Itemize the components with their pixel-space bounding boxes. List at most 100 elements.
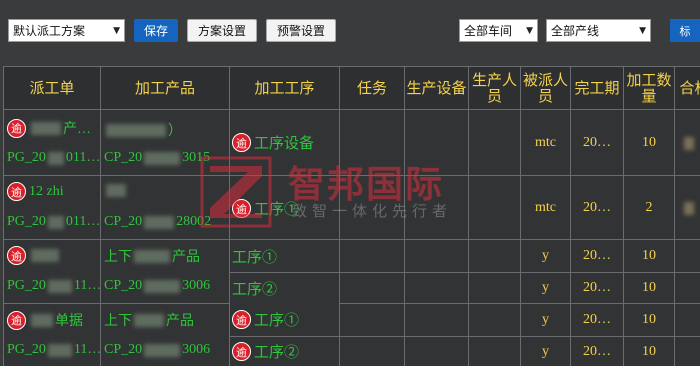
- col-process[interactable]: 加工工序: [230, 66, 340, 110]
- order-name: 逾 产…: [7, 118, 91, 138]
- product-name-a: 上下: [104, 250, 132, 265]
- edge-button[interactable]: 标: [670, 19, 700, 42]
- cell-task: [340, 240, 405, 304]
- cell-qualified: [675, 240, 700, 304]
- alert-settings-button[interactable]: 预警设置: [266, 19, 336, 42]
- product-no-a: CP_20: [104, 342, 143, 357]
- order-number[interactable]: PG_20 011…: [7, 214, 100, 230]
- due-text: 20…: [583, 312, 611, 327]
- cell-order: 逾 单据 PG_20 11…: [3, 304, 101, 366]
- order-number[interactable]: PG_20 11…: [7, 278, 101, 294]
- scheme-settings-button[interactable]: 方案设置: [187, 19, 257, 42]
- cell-qty: 2: [624, 176, 675, 240]
- order-name: 逾 单据: [7, 310, 83, 330]
- cell-process: 逾工序① 逾工序②: [230, 304, 340, 366]
- cell-order: 逾 12 zhi PG_20 011…: [3, 176, 101, 240]
- order-no-a: PG_20: [7, 150, 46, 165]
- product-no-b: 28002: [176, 214, 212, 229]
- col-quantity[interactable]: 加工数量: [624, 66, 675, 110]
- overdue-badge: 逾: [7, 118, 26, 138]
- order-number[interactable]: PG_20 11…: [7, 342, 101, 358]
- order-no-b: 11…: [73, 342, 101, 357]
- qty-text: 10: [642, 312, 656, 327]
- cell-order: 逾 PG_20 11…: [3, 240, 101, 304]
- cell-due: 20…: [571, 176, 624, 240]
- cell-task: [340, 176, 405, 240]
- save-button[interactable]: 保存: [134, 19, 178, 42]
- assignee-text: mtc: [535, 135, 556, 150]
- product-number[interactable]: CP_20 3006: [104, 342, 210, 358]
- process-item[interactable]: 逾工序①: [232, 198, 299, 219]
- order-number[interactable]: PG_20 011…: [7, 150, 100, 166]
- chevron-down-icon: ▼: [113, 25, 120, 36]
- line-select-value: 全部产线: [551, 24, 600, 38]
- qty-text: 10: [642, 344, 656, 359]
- table-row[interactable]: 逾单据 PG_20 11… 上下 产品 CP_20 3006 逾工序① 逾工序② y …: [3, 304, 700, 366]
- product-name-text: ）: [168, 124, 182, 139]
- product-no-a: CP_20: [104, 214, 143, 229]
- col-task[interactable]: 任务: [340, 66, 405, 110]
- product-name-a: 上下: [104, 314, 132, 329]
- assignee-text: mtc: [535, 200, 556, 215]
- assignee-text: y: [542, 312, 549, 327]
- order-no-a: PG_20: [7, 214, 46, 229]
- table-row[interactable]: 逾 PG_20 11… 上下 产品 CP_20 3006 工序① 工序② y y 20…: [3, 240, 700, 304]
- col-qualified[interactable]: 合格: [675, 66, 700, 110]
- cell-process: 工序① 工序②: [230, 240, 340, 304]
- cell-due: 20…: [571, 110, 624, 176]
- toolbar: 默认派工方案 ▼ 保存 方案设置 预警设置 全部车间 ▼ 全部产线 ▼ 标: [0, 0, 700, 62]
- cell-product: ） CP_20 3015: [101, 110, 230, 176]
- product-number[interactable]: CP_20 28002: [104, 214, 211, 230]
- cell-assignee: mtc: [521, 110, 571, 176]
- process-item[interactable]: 工序①: [232, 246, 277, 267]
- process-item[interactable]: 逾工序设备: [232, 132, 314, 153]
- process-item[interactable]: 逾工序②: [232, 341, 299, 362]
- col-assignee[interactable]: 被派人员: [521, 66, 571, 110]
- cell-qty: 10 10: [624, 240, 675, 304]
- col-equipment[interactable]: 生产设备: [405, 66, 469, 110]
- order-no-b: 11…: [73, 278, 101, 293]
- product-name: 上下 产品: [104, 310, 194, 330]
- col-product[interactable]: 加工产品: [101, 66, 230, 110]
- line-select[interactable]: 全部产线 ▼: [546, 19, 651, 42]
- product-no-b: 3006: [182, 342, 211, 357]
- due-text: 20…: [583, 344, 611, 359]
- product-name: ）: [104, 120, 182, 140]
- qty-text: 10: [642, 135, 656, 150]
- product-number[interactable]: CP_20 3015: [104, 150, 210, 166]
- cell-qualified: [675, 176, 700, 240]
- product-name-b: 产品: [166, 314, 194, 329]
- qty-text: 10: [642, 280, 656, 295]
- workshop-select[interactable]: 全部车间 ▼: [459, 19, 538, 42]
- order-name: 逾: [7, 246, 61, 265]
- process-item[interactable]: 工序②: [232, 278, 277, 299]
- due-text: 20…: [571, 135, 623, 151]
- order-name-text: 12 zhi: [29, 183, 64, 199]
- process-text: 工序设备: [254, 136, 315, 152]
- process-item[interactable]: 逾工序①: [232, 309, 299, 330]
- order-no-a: PG_20: [7, 278, 46, 293]
- scheme-select[interactable]: 默认派工方案 ▼: [8, 19, 125, 42]
- cell-qualified: [675, 110, 700, 176]
- process-text: 工序①: [254, 313, 300, 329]
- assignee-text: y: [542, 248, 549, 263]
- cell-assignee: y y: [521, 304, 571, 366]
- overdue-badge: 逾: [7, 246, 26, 265]
- scheme-select-value: 默认派工方案: [13, 24, 86, 38]
- cell-order: 逾 产… PG_20 011…: [3, 110, 101, 176]
- product-name: [104, 184, 128, 197]
- col-due-date[interactable]: 完工期: [571, 66, 624, 110]
- product-number[interactable]: CP_20 3006: [104, 278, 210, 294]
- col-dispatch-order[interactable]: 派工单: [3, 66, 101, 110]
- cell-staff: [469, 176, 521, 240]
- table-row[interactable]: 逾 12 zhi PG_20 011… CP_20 28002 逾工序① mtc 20…: [3, 176, 700, 240]
- col-staff[interactable]: 生产人员: [469, 66, 521, 110]
- assignee-text: y: [542, 344, 549, 359]
- cell-process: 逾工序设备: [230, 110, 340, 176]
- due-value: 20…: [583, 135, 611, 150]
- table-row[interactable]: 逾产… PG_20 011… ） CP_20 3015 逾工序设备 mtc 20… …: [3, 110, 700, 176]
- due-text: 20…: [583, 248, 611, 263]
- due-text: 20…: [571, 200, 623, 216]
- cell-product: CP_20 28002: [101, 176, 230, 240]
- order-no-b: 011…: [65, 214, 101, 229]
